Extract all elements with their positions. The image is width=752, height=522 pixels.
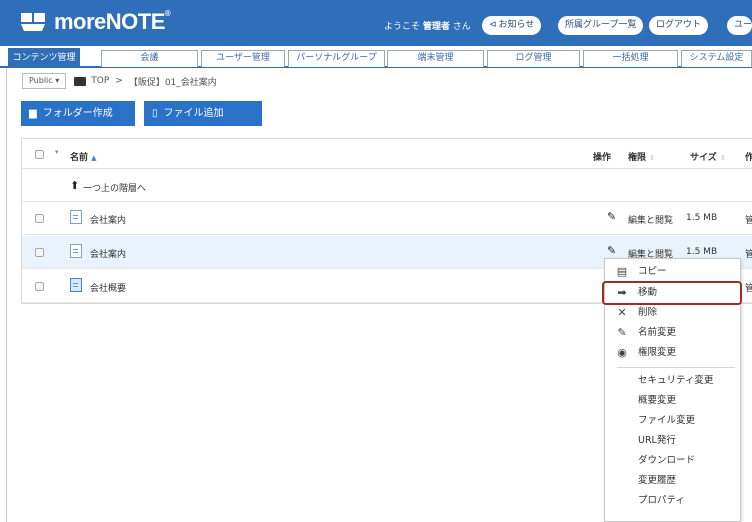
table-header: ▾ 名前 ▲ 操作 権限 ⇕ サイズ ⇕ 作 [22, 139, 752, 169]
logo-icon [21, 13, 45, 31]
breadcrumb: Public ▾ TOP > 【販促】01_会社案内 [22, 72, 217, 90]
breadcrumb-separator: > [115, 76, 123, 86]
menu-divider [617, 367, 735, 368]
sort-icon: ⇕ [719, 154, 726, 162]
table-row[interactable]: 会社案内 ✎ 編集と閲覧 1.5 MB 管 [22, 202, 752, 235]
chevron-down-icon[interactable]: ▾ [55, 148, 59, 156]
permission-icon: ◉ [617, 346, 627, 359]
file-name[interactable]: 会社案内 [90, 247, 126, 260]
menu-item-history[interactable]: 変更履歴 [605, 471, 740, 491]
column-header-ops: 操作 [593, 153, 612, 163]
menu-item-download[interactable]: ダウンロード [605, 451, 740, 471]
document-icon [70, 244, 82, 258]
file-author: 管 [745, 284, 752, 294]
app-logo[interactable]: moreNOTE® [20, 9, 171, 35]
add-file-button[interactable]: ▯ ファイル追加 [144, 101, 262, 126]
tab-bulk-processing[interactable]: 一括処理 [583, 50, 678, 67]
app-header: moreNOTE® ようこそ 管理者 さん ⊲ お知らせ 所属グループ一覧 ログア… [0, 0, 752, 46]
tab-contents[interactable]: コンテンツ管理 [8, 48, 80, 68]
tab-meeting[interactable]: 会議 [101, 50, 198, 67]
up-arrow-circle-icon: ⬆ [70, 179, 80, 192]
menu-item-delete[interactable]: ✕ 削除 [605, 303, 740, 323]
breadcrumb-root[interactable]: TOP [91, 76, 109, 86]
announce-icon: ⊲ [489, 20, 497, 30]
row-checkbox[interactable] [35, 248, 44, 257]
copy-icon: ▤ [616, 265, 628, 278]
breadcrumb-current: 【販促】01_会社案内 [128, 77, 217, 88]
rename-icon: ✎ [617, 326, 627, 339]
menu-item-file-change[interactable]: ファイル変更 [605, 411, 740, 431]
tab-log-management[interactable]: ログ管理 [487, 50, 580, 67]
menu-item-permission[interactable]: ◉ 権限変更 [605, 343, 740, 363]
tab-personal-group[interactable]: パーソナルグループ [288, 50, 385, 67]
file-add-icon: ▯ [152, 108, 158, 119]
menu-item-url[interactable]: URL発行 [605, 431, 740, 451]
column-header-name[interactable]: 名前 ▲ [70, 150, 97, 163]
document-icon [70, 210, 82, 224]
content-border [6, 68, 7, 522]
logout-button[interactable]: ログアウト [649, 16, 709, 35]
create-folder-button[interactable]: ▆ フォルダー作成 [21, 101, 135, 126]
up-level-link[interactable]: 一つ上の階層へ [83, 181, 146, 194]
group-list-button[interactable]: 所属グループ一覧 [558, 16, 644, 35]
menu-item-summary[interactable]: 概要変更 [605, 391, 740, 411]
user-name: 管理者 [422, 22, 450, 32]
row-checkbox[interactable] [35, 282, 44, 291]
tab-user-management[interactable]: ユーザー管理 [201, 50, 285, 67]
delete-x-icon: ✕ [617, 306, 627, 319]
file-permission: 編集と閲覧 [628, 216, 674, 226]
file-size: 1.5 MB [686, 213, 718, 223]
sort-icon: ⇕ [649, 154, 656, 162]
column-header-author[interactable]: 作 [745, 150, 752, 163]
sort-asc-icon: ▲ [91, 154, 97, 162]
column-header-permission[interactable]: 権限 ⇕ [628, 150, 655, 163]
welcome-message: ようこそ 管理者 さん [384, 22, 471, 32]
select-all-checkbox[interactable] [35, 150, 44, 159]
tab-system-settings[interactable]: システム設定 [681, 50, 752, 67]
folder-icon: ▆ [29, 108, 37, 119]
user-menu-button[interactable]: ユー [727, 16, 752, 35]
menu-item-rename[interactable]: ✎ 名前変更 [605, 323, 740, 343]
edit-pencil-icon[interactable]: ✎ [607, 210, 616, 223]
file-size: 1.5 MB [686, 247, 718, 257]
main-tab-bar: コンテンツ管理 会議 ユーザー管理 パーソナルグループ 端末管理 ログ管理 一括… [0, 46, 752, 68]
scope-select[interactable]: Public ▾ [22, 73, 67, 89]
column-header-size[interactable]: サイズ ⇕ [690, 150, 726, 163]
file-author: 管 [745, 216, 752, 226]
brand-name: moreNOTE® [54, 9, 171, 34]
row-checkbox[interactable] [35, 214, 44, 223]
announcements-button[interactable]: ⊲ お知らせ [482, 16, 542, 35]
file-name[interactable]: 会社概要 [90, 281, 126, 294]
up-level-row[interactable]: ⬆ 一つ上の階層へ [22, 170, 752, 202]
menu-item-security[interactable]: セキュリティ変更 [605, 371, 740, 391]
presentation-file-icon [70, 278, 82, 292]
menu-item-properties[interactable]: プロパティ [605, 491, 740, 511]
file-author: 管 [745, 250, 752, 260]
edit-pencil-icon[interactable]: ✎ [607, 244, 616, 257]
folder-icon [74, 76, 87, 86]
file-name[interactable]: 会社案内 [90, 213, 126, 226]
menu-item-copy[interactable]: ▤ コピー [605, 262, 740, 282]
move-item-highlight [602, 281, 742, 305]
tab-device-management[interactable]: 端末管理 [387, 50, 484, 67]
chevron-down-icon: ▾ [55, 76, 60, 85]
